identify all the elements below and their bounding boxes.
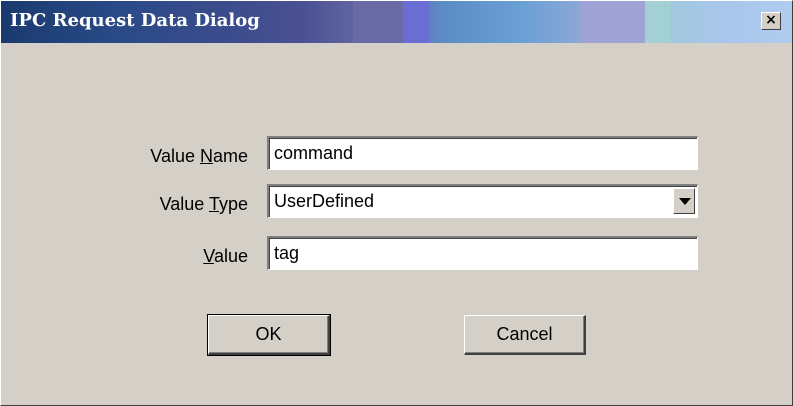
value-type-dropdown-button[interactable] xyxy=(673,188,695,214)
title-bar[interactable]: IPC Request Data Dialog × xyxy=(1,1,792,43)
cancel-button[interactable]: Cancel xyxy=(464,315,586,355)
chevron-down-icon xyxy=(679,198,691,205)
dialog-window: IPC Request Data Dialog × Value Name com… xyxy=(0,0,793,406)
ok-button-label: OK xyxy=(255,324,282,344)
title-bar-segment xyxy=(353,1,403,43)
value-type-select[interactable]: UserDefined xyxy=(267,184,698,218)
value-name-label: Value Name xyxy=(150,146,248,166)
title-bar-segment xyxy=(579,1,645,43)
value-text: tag xyxy=(274,243,300,263)
window-title: IPC Request Data Dialog xyxy=(10,10,260,31)
ok-button[interactable]: OK xyxy=(207,314,331,356)
title-bar-segment xyxy=(645,1,671,43)
value-name-input[interactable]: command xyxy=(267,136,698,170)
value-input[interactable]: tag xyxy=(267,236,698,270)
value-name-text: command xyxy=(274,143,354,163)
cancel-button-label: Cancel xyxy=(496,324,553,344)
value-type-text: UserDefined xyxy=(274,191,375,211)
close-icon: × xyxy=(765,12,777,28)
title-bar-segment xyxy=(403,1,429,43)
value-type-label: Value Type xyxy=(159,194,248,214)
value-label: Value xyxy=(203,246,248,266)
close-button[interactable]: × xyxy=(761,12,781,30)
